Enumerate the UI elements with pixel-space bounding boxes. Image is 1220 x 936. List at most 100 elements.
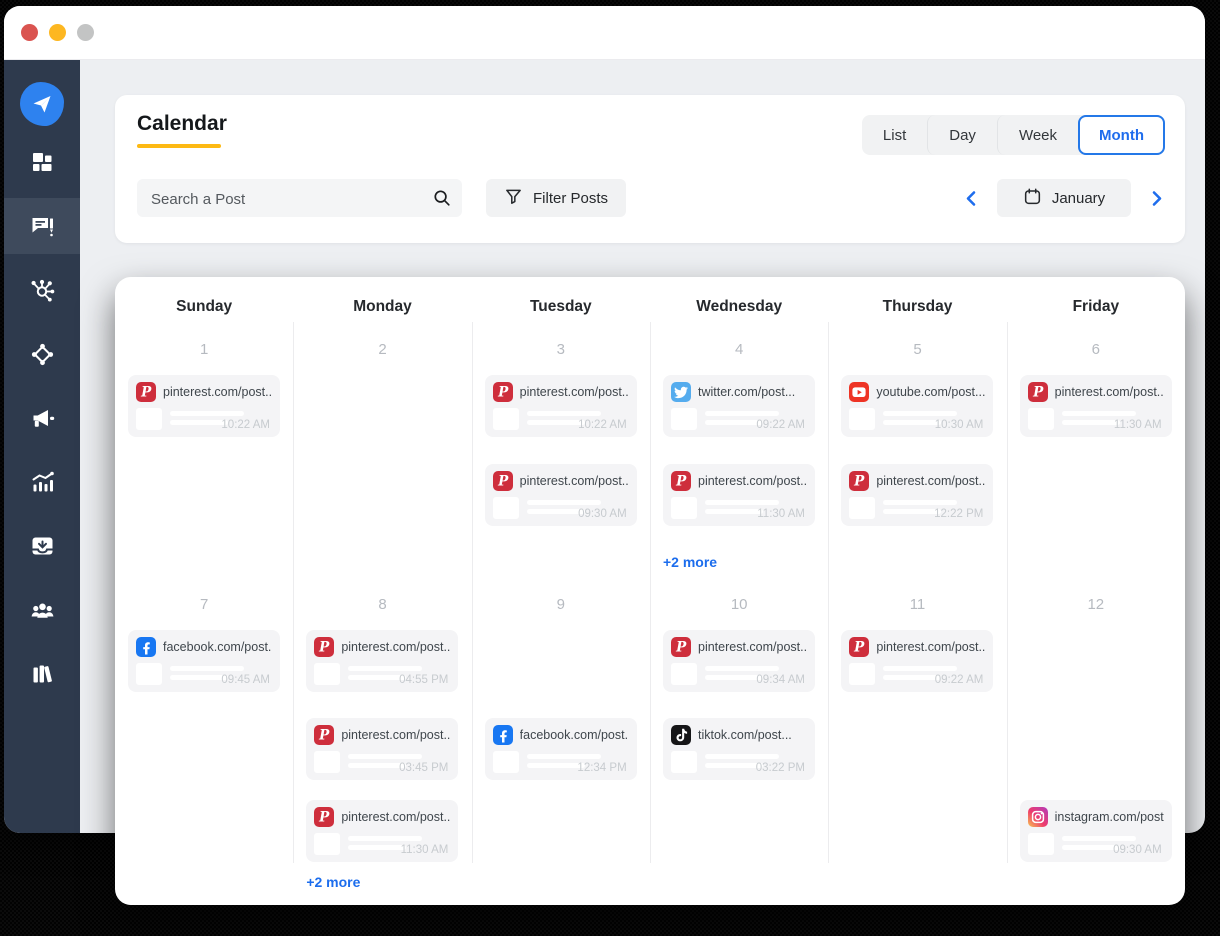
sidebar-item-team[interactable] xyxy=(4,582,80,638)
pinterest-icon: P xyxy=(493,382,513,402)
post-card[interactable]: P pinterest.com/post... 10:22 AM xyxy=(128,375,280,437)
day-header: Tuesday xyxy=(472,298,650,316)
post-card[interactable]: P pinterest.com/post... 10:22 AM xyxy=(485,375,637,437)
post-url: youtube.com/post... xyxy=(876,385,985,399)
post-card[interactable]: P pinterest.com/post... 03:45 PM xyxy=(306,718,458,780)
post-card[interactable]: P pinterest.com/post... 12:22 PM xyxy=(841,464,993,526)
view-tab-list[interactable]: List xyxy=(862,115,927,155)
post-card[interactable]: P pinterest.com/post... 11:30 AM xyxy=(663,464,815,526)
post-card[interactable]: P pinterest.com/post... 11:30 AM xyxy=(1020,375,1172,437)
social-accounts-icon xyxy=(29,277,56,304)
month-selector[interactable]: January xyxy=(997,179,1131,217)
facebook-icon xyxy=(136,637,156,657)
show-more-posts-link[interactable]: +2 more xyxy=(663,554,717,570)
post-text-skeleton xyxy=(1062,411,1136,416)
post-card[interactable]: twitter.com/post... 09:22 AM xyxy=(663,375,815,437)
pinterest-icon: P xyxy=(671,471,691,491)
view-switcher: ListDayWeekMonth xyxy=(862,115,1165,155)
day-number: 10 xyxy=(650,596,828,613)
post-card[interactable]: P pinterest.com/post... 09:22 AM xyxy=(841,630,993,692)
filter-icon xyxy=(504,187,523,210)
post-text-skeleton xyxy=(348,675,406,680)
view-tab-day[interactable]: Day xyxy=(927,115,997,155)
post-text-skeleton xyxy=(348,836,422,841)
post-time: 04:55 PM xyxy=(399,674,448,686)
post-card[interactable]: tiktok.com/post... 03:22 PM xyxy=(663,718,815,780)
post-text-skeleton xyxy=(527,500,601,505)
inbox-icon xyxy=(29,533,56,560)
post-thumbnail-skeleton xyxy=(136,663,162,685)
pinterest-icon: P xyxy=(849,637,869,657)
svg-text:P: P xyxy=(497,385,509,401)
post-text-skeleton xyxy=(1062,420,1120,425)
post-text-skeleton xyxy=(883,675,941,680)
sidebar-item-dashboard[interactable] xyxy=(4,134,80,190)
post-card[interactable]: facebook.com/post... 09:45 AM xyxy=(128,630,280,692)
post-text-skeleton xyxy=(348,763,406,768)
post-url: facebook.com/post... xyxy=(520,728,629,742)
post-text-skeleton xyxy=(705,763,763,768)
post-thumbnail-skeleton xyxy=(849,497,875,519)
minimize-button[interactable] xyxy=(49,24,66,41)
prev-month-chevron-icon[interactable] xyxy=(963,188,979,209)
post-thumbnail-skeleton xyxy=(314,833,340,855)
svg-text:P: P xyxy=(497,474,509,490)
facebook-icon xyxy=(493,725,513,745)
pinterest-icon: P xyxy=(314,637,334,657)
sidebar-item-inbox[interactable] xyxy=(4,518,80,574)
post-thumbnail-skeleton xyxy=(671,751,697,773)
post-card[interactable]: P pinterest.com/post... 11:30 AM xyxy=(306,800,458,862)
post-time: 11:30 AM xyxy=(1114,419,1162,431)
filter-posts-button[interactable]: Filter Posts xyxy=(486,179,626,217)
post-text-skeleton xyxy=(883,500,957,505)
sidebar-item-publishing[interactable] xyxy=(4,198,80,254)
post-time: 11:30 AM xyxy=(757,508,805,520)
sidebar-item-campaigns[interactable] xyxy=(4,390,80,446)
post-url: pinterest.com/post... xyxy=(341,728,450,742)
post-text-skeleton xyxy=(1062,845,1120,850)
post-card[interactable]: instagram.com/post. 09:30 AM xyxy=(1020,800,1172,862)
pinterest-icon: P xyxy=(1028,382,1048,402)
post-card[interactable]: P pinterest.com/post... 04:55 PM xyxy=(306,630,458,692)
post-thumbnail-skeleton xyxy=(671,408,697,430)
dashboard-icon xyxy=(29,149,55,175)
post-card[interactable]: facebook.com/post... 12:34 PM xyxy=(485,718,637,780)
next-month-chevron-icon[interactable] xyxy=(1149,188,1165,209)
close-button[interactable] xyxy=(21,24,38,41)
svg-text:P: P xyxy=(675,640,687,656)
post-url: pinterest.com/post... xyxy=(520,385,629,399)
sidebar-item-analytics[interactable] xyxy=(4,454,80,510)
post-text-skeleton xyxy=(1062,836,1136,841)
day-number: 4 xyxy=(650,341,828,358)
post-thumbnail-skeleton xyxy=(136,408,162,430)
sidebar-item-automation[interactable] xyxy=(4,326,80,382)
post-text-skeleton xyxy=(527,763,585,768)
post-url: pinterest.com/post... xyxy=(341,810,450,824)
search-box xyxy=(137,179,462,217)
post-card[interactable]: youtube.com/post... 10:30 AM xyxy=(841,375,993,437)
zoom-button[interactable] xyxy=(77,24,94,41)
svg-text:P: P xyxy=(318,640,330,656)
day-number: 6 xyxy=(1007,341,1185,358)
search-input[interactable] xyxy=(149,179,423,219)
app-logo-send-icon[interactable] xyxy=(20,82,64,126)
day-header: Monday xyxy=(293,298,471,316)
post-text-skeleton xyxy=(705,500,779,505)
post-card[interactable]: P pinterest.com/post... 09:30 AM xyxy=(485,464,637,526)
pinterest-icon: P xyxy=(136,382,156,402)
post-text-skeleton xyxy=(883,420,941,425)
post-thumbnail-skeleton xyxy=(314,663,340,685)
automation-icon xyxy=(29,341,56,368)
sidebar-item-library[interactable] xyxy=(4,646,80,702)
view-tab-month[interactable]: Month xyxy=(1078,115,1165,155)
sidebar-item-social-accounts[interactable] xyxy=(4,262,80,318)
post-thumbnail-skeleton xyxy=(314,751,340,773)
day-column-monday: Monday28 P pinterest.com/post... 04:55 P… xyxy=(293,277,471,905)
day-number: 5 xyxy=(828,341,1006,358)
show-more-posts-link[interactable]: +2 more xyxy=(306,874,360,890)
view-tab-week[interactable]: Week xyxy=(997,115,1078,155)
post-time: 12:22 PM xyxy=(934,508,983,520)
post-card[interactable]: P pinterest.com/post... 09:34 AM xyxy=(663,630,815,692)
calendar-icon xyxy=(1023,187,1042,210)
post-text-skeleton xyxy=(883,509,941,514)
